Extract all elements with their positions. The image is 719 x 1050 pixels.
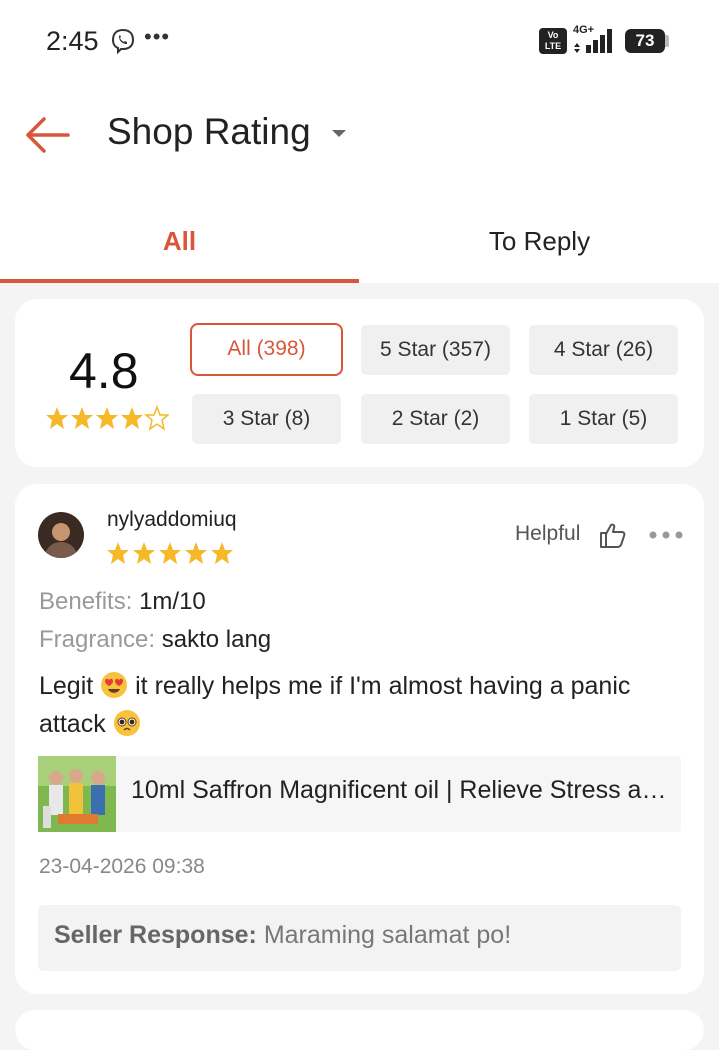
seller-response-text: Maraming salamat po!	[263, 921, 512, 949]
filter-3-star[interactable]: 3 Star (8)	[192, 394, 341, 444]
review-stars-icon	[107, 542, 233, 564]
avatar[interactable]	[38, 512, 84, 558]
signal-icon	[574, 29, 612, 53]
thumbs-up-icon[interactable]	[598, 521, 626, 549]
attribute-value: sakto lang	[161, 626, 272, 653]
attribute-key: Benefits:	[39, 588, 133, 615]
product-image	[38, 756, 116, 832]
tab-to-reply[interactable]: To Reply	[360, 200, 719, 283]
attribute-value: 1m/10	[139, 588, 206, 615]
battery-icon: 73	[625, 29, 665, 53]
filter-2-star[interactable]: 2 Star (2)	[361, 394, 510, 444]
battery-tip	[665, 35, 669, 47]
status-time: 2:45	[46, 26, 99, 56]
heart-eyes-emoji-icon	[101, 672, 128, 698]
rating-stars-icon	[46, 406, 169, 430]
volte-icon: Vo LTE	[539, 28, 567, 54]
active-tab-indicator	[0, 279, 359, 283]
review-text-part1: Legit	[39, 672, 94, 700]
review-text: Legit it really helps me if I'm almost h…	[39, 667, 689, 743]
page-title[interactable]: Shop Rating	[107, 111, 311, 153]
attribute-benefits: Benefits: 1m/10	[39, 588, 206, 616]
rating-score: 4.8	[69, 343, 139, 399]
filter-5-star[interactable]: 5 Star (357)	[361, 325, 510, 375]
more-dots-icon: •••	[144, 24, 171, 49]
attribute-fragrance: Fragrance: sakto lang	[39, 626, 271, 654]
viber-icon	[111, 28, 135, 54]
status-bar: 2:45 ••• Vo LTE 4G+ 73	[0, 0, 719, 84]
reviewer-username[interactable]: nylyaddomiuq	[107, 508, 237, 532]
next-review-card	[15, 1010, 704, 1050]
seller-response-label: Seller Response:	[54, 921, 257, 949]
filter-1-star[interactable]: 1 Star (5)	[529, 394, 678, 444]
more-options-icon[interactable]	[648, 530, 684, 540]
pleading-face-emoji-icon	[113, 710, 140, 736]
tab-all[interactable]: All	[0, 200, 359, 283]
chevron-down-icon[interactable]	[332, 130, 346, 137]
review-date: 23-04-2026 09:38	[39, 855, 205, 878]
helpful-label[interactable]: Helpful	[515, 522, 580, 546]
filter-all[interactable]: All (398)	[190, 323, 343, 376]
attribute-key: Fragrance:	[39, 626, 156, 653]
filter-4-star[interactable]: 4 Star (26)	[529, 325, 678, 375]
product-name[interactable]: 10ml Saffron Magnificent oil | Relieve S…	[131, 776, 676, 805]
back-arrow-icon[interactable]	[24, 116, 70, 154]
seller-response: Seller Response: Maraming salamat po!	[54, 921, 511, 950]
